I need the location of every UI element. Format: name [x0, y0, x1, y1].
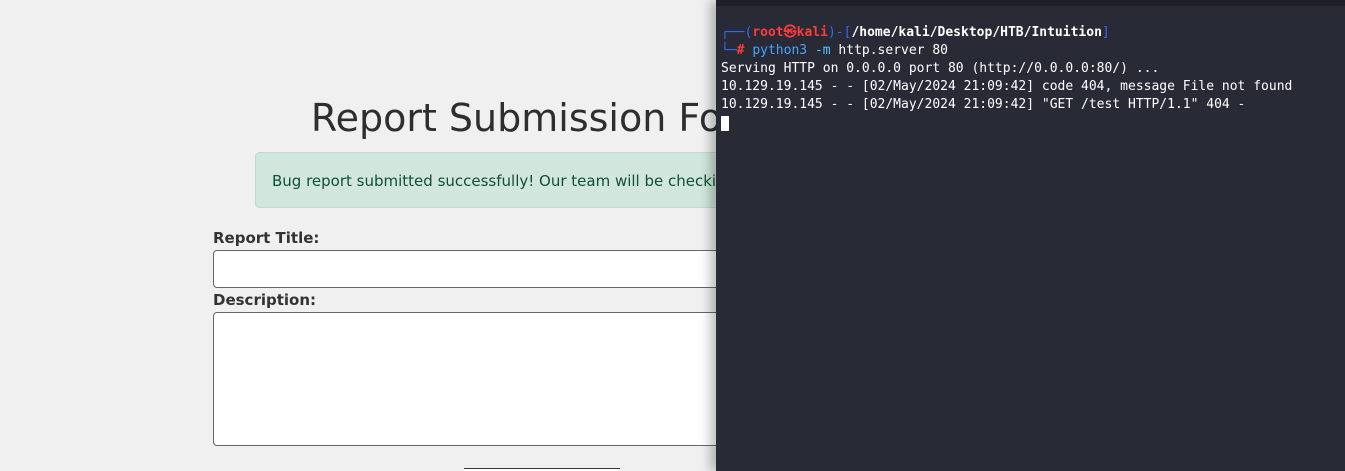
report-title-label: Report Title: [213, 229, 320, 247]
terminal-cursor [721, 116, 729, 131]
description-label: Description: [213, 291, 317, 309]
prompt-host: kali [796, 25, 828, 40]
command-name: python3 [752, 43, 808, 58]
prompt-cwd: /home/kali/Desktop/HTB/Intuition [851, 25, 1102, 40]
command-args: http.server 80 [838, 43, 948, 58]
output-line: 10.129.19.145 - - [02/May/2024 21:09:42]… [721, 79, 1293, 94]
output-line: Serving HTTP on 0.0.0.0 port 80 (http://… [721, 61, 1160, 76]
prompt-bracket-mid: )-[ [827, 25, 852, 40]
output-line: 10.129.19.145 - - [02/May/2024 21:09:42]… [721, 97, 1246, 112]
prompt-bracket-right: ] [1101, 25, 1110, 40]
prompt-line-2: └─# python3 -m http.server 80 [721, 42, 948, 60]
prompt-line-1: ┌──(root㉿kali)-[/home/kali/Desktop/HTB/I… [721, 24, 1110, 42]
prompt-hash: # [736, 43, 745, 58]
prompt-user: root [752, 25, 784, 40]
prompt-at-symbol: ㉿ [783, 25, 797, 40]
terminal-window[interactable]: ┌──(root㉿kali)-[/home/kali/Desktop/HTB/I… [716, 0, 1345, 471]
command-flag: -m [814, 43, 831, 58]
terminal-title-bar[interactable] [716, 0, 1345, 6]
prompt-bracket-left: ┌──( [721, 25, 753, 40]
prompt-corner: └─ [721, 43, 737, 58]
